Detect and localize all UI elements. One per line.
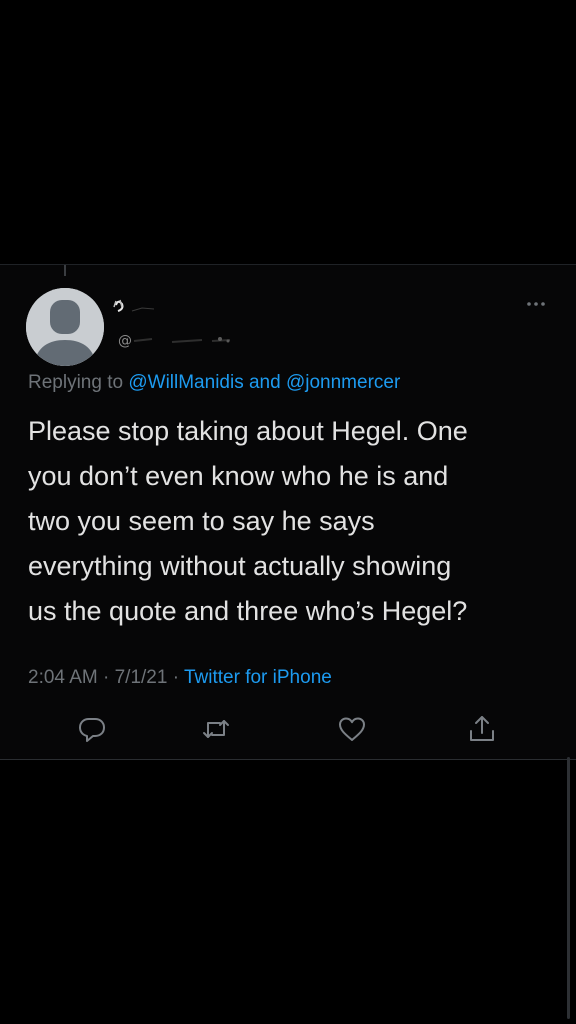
- meta-separator: ·: [103, 667, 110, 688]
- meta-separator: ·: [172, 667, 180, 688]
- replying-to-line: Replying to @WillManidis and @jonnmercer: [28, 372, 400, 394]
- retweet-icon[interactable]: [200, 713, 232, 745]
- tweet-card[interactable]: @ Replying to @WillManidis and @jonnmerc…: [0, 264, 576, 1019]
- svg-text:@: @: [118, 333, 132, 349]
- mention-link[interactable]: @jonnmercer: [286, 372, 400, 393]
- mention-joiner: and: [248, 372, 281, 393]
- scrollbar[interactable]: [567, 757, 570, 1019]
- tweet-text-line: two you seem to say he says: [28, 506, 375, 536]
- mention-link[interactable]: @WillManidis: [128, 372, 243, 393]
- tweet-text-line: Please stop taking about Hegel. One: [28, 416, 468, 446]
- tweet-source-link[interactable]: Twitter for iPhone: [184, 667, 332, 688]
- heart-icon[interactable]: [336, 713, 368, 745]
- more-options-icon[interactable]: [526, 297, 546, 309]
- tweet-time[interactable]: 2:04 AM: [28, 667, 98, 688]
- redacted-username: @: [112, 295, 272, 355]
- replying-to-label: Replying to: [28, 372, 124, 393]
- reply-icon[interactable]: [76, 713, 108, 745]
- thread-connector-line: [64, 265, 66, 276]
- tweet-text-line: you don’t even know who he is and: [28, 461, 449, 491]
- tweet-text-line: everything without actually showing: [28, 551, 452, 581]
- tweet-date[interactable]: 7/1/21: [115, 667, 168, 688]
- tweet-metadata: 2:04 AM · 7/1/21 · Twitter for iPhone: [28, 667, 332, 689]
- share-icon[interactable]: [466, 713, 498, 745]
- tweet-action-bar: [0, 713, 576, 749]
- tweet-text-line: us the quote and three who’s Hegel?: [28, 596, 468, 626]
- default-avatar-icon[interactable]: [26, 288, 104, 366]
- tweet-body: Please stop taking about Hegel. One you …: [28, 409, 558, 634]
